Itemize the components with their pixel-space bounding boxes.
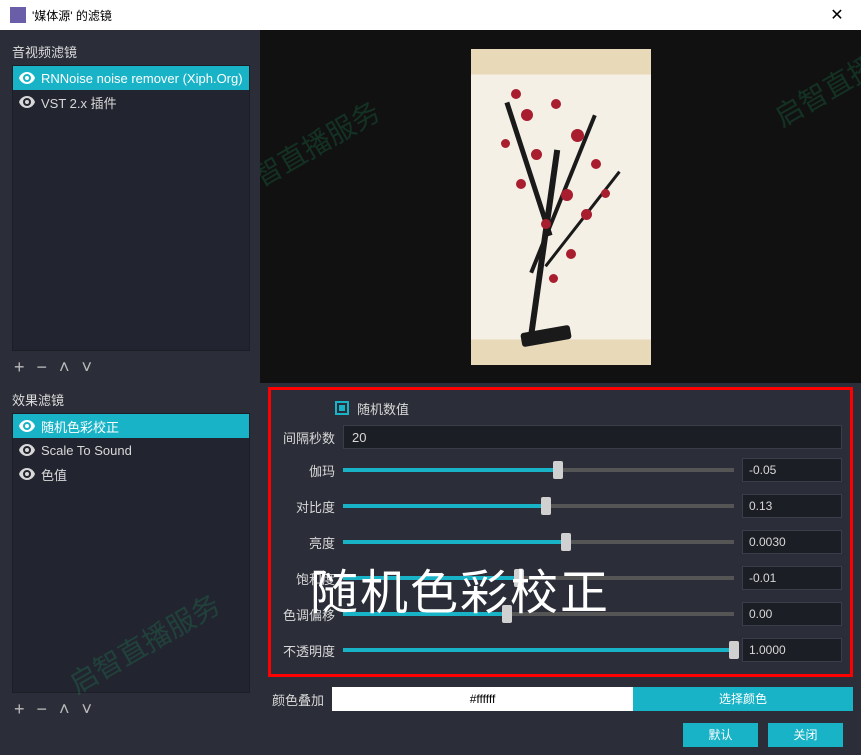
move-up-button[interactable]: ˄ bbox=[59, 699, 70, 720]
slider-value-input[interactable]: -0.05 bbox=[742, 458, 842, 482]
random-checkbox[interactable] bbox=[335, 401, 349, 415]
watermark: 启智直播 bbox=[766, 45, 861, 136]
slider-row: 色调偏移 0.00 bbox=[279, 596, 842, 632]
filter-item-label: VST 2.x 插件 bbox=[41, 93, 117, 112]
slider[interactable] bbox=[343, 604, 734, 624]
move-down-button[interactable]: ˅ bbox=[82, 699, 93, 720]
slider-value-input[interactable]: 0.0030 bbox=[742, 530, 842, 554]
slider[interactable] bbox=[343, 640, 734, 660]
move-up-button[interactable]: ˄ bbox=[59, 357, 70, 378]
titlebar: '媒体源' 的滤镜 ✕ bbox=[0, 0, 861, 30]
slider-value-input[interactable]: 0.00 bbox=[742, 602, 842, 626]
slider[interactable] bbox=[343, 568, 734, 588]
slider-value-input[interactable]: 1.0000 bbox=[742, 638, 842, 662]
watermark: 启智直播服务 bbox=[260, 91, 387, 210]
app-icon bbox=[10, 7, 26, 23]
visibility-icon[interactable] bbox=[19, 72, 35, 84]
av-toolbar: + − ˄ ˅ bbox=[12, 351, 250, 384]
color-swatch[interactable]: #ffffff bbox=[332, 687, 633, 711]
default-button[interactable]: 默认 bbox=[683, 723, 758, 747]
slider-label: 色调偏移 bbox=[279, 605, 335, 624]
close-icon[interactable]: ✕ bbox=[817, 5, 857, 25]
remove-button[interactable]: − bbox=[37, 357, 48, 378]
filter-item-label: RNNoise noise remover (Xiph.Org) bbox=[41, 71, 243, 86]
visibility-icon[interactable] bbox=[19, 468, 35, 480]
preview-image bbox=[471, 49, 651, 365]
slider-label: 对比度 bbox=[279, 497, 335, 516]
fx-toolbar: + − ˄ ˅ bbox=[12, 693, 250, 726]
filter-item[interactable]: VST 2.x 插件 bbox=[13, 90, 249, 114]
filter-item[interactable]: 色值 bbox=[13, 462, 249, 486]
visibility-icon[interactable] bbox=[19, 444, 35, 456]
slider-row: 对比度 0.13 bbox=[279, 488, 842, 524]
random-check-label: 随机数值 bbox=[357, 399, 409, 418]
slider-row: 饱和度 -0.01 bbox=[279, 560, 842, 596]
filter-item-label: Scale To Sound bbox=[41, 443, 132, 458]
slider[interactable] bbox=[343, 532, 734, 552]
sidebar: 音视频滤镜 RNNoise noise remover (Xiph.Org) VS… bbox=[0, 30, 260, 755]
slider-label: 伽玛 bbox=[279, 461, 335, 480]
slider[interactable] bbox=[343, 496, 734, 516]
interval-input[interactable]: 20 bbox=[343, 425, 842, 449]
pick-color-button[interactable]: 选择颜色 bbox=[633, 687, 853, 711]
slider[interactable] bbox=[343, 460, 734, 480]
add-button[interactable]: + bbox=[14, 357, 25, 378]
highlighted-region: 随机数值 间隔秒数 20 伽玛 -0.05 对比度 0.13 亮度 0.0030 饱和度 -0… bbox=[268, 387, 853, 677]
fx-filters-label: 效果滤镜 bbox=[12, 390, 250, 409]
slider-row: 亮度 0.0030 bbox=[279, 524, 842, 560]
color-overlay-label: 颜色叠加 bbox=[268, 690, 332, 709]
filter-item-label: 色值 bbox=[41, 465, 67, 484]
properties-panel: 随机数值 间隔秒数 20 伽玛 -0.05 对比度 0.13 亮度 0.0030 饱和度 -0… bbox=[260, 383, 861, 755]
slider-label: 饱和度 bbox=[279, 569, 335, 588]
filter-item-label: 随机色彩校正 bbox=[41, 417, 119, 436]
add-button[interactable]: + bbox=[14, 699, 25, 720]
av-filters-list[interactable]: RNNoise noise remover (Xiph.Org) VST 2.x … bbox=[12, 65, 250, 351]
fx-filters-list[interactable]: 随机色彩校正 Scale To Sound 色值 bbox=[12, 413, 250, 693]
preview-area: 启智直播服务 启智直播 bbox=[260, 30, 861, 383]
remove-button[interactable]: − bbox=[37, 699, 48, 720]
slider-value-input[interactable]: -0.01 bbox=[742, 566, 842, 590]
slider-row: 伽玛 -0.05 bbox=[279, 452, 842, 488]
av-filters-label: 音视频滤镜 bbox=[12, 42, 250, 61]
interval-label: 间隔秒数 bbox=[279, 428, 335, 447]
visibility-icon[interactable] bbox=[19, 96, 35, 108]
slider-label: 亮度 bbox=[279, 533, 335, 552]
window-title: '媒体源' 的滤镜 bbox=[32, 7, 817, 24]
slider-row: 不透明度 1.0000 bbox=[279, 632, 842, 668]
close-button[interactable]: 关闭 bbox=[768, 723, 843, 747]
visibility-icon[interactable] bbox=[19, 420, 35, 432]
slider-value-input[interactable]: 0.13 bbox=[742, 494, 842, 518]
move-down-button[interactable]: ˅ bbox=[82, 357, 93, 378]
filter-item[interactable]: Scale To Sound bbox=[13, 438, 249, 462]
slider-label: 不透明度 bbox=[279, 641, 335, 660]
filter-item[interactable]: RNNoise noise remover (Xiph.Org) bbox=[13, 66, 249, 90]
filter-item[interactable]: 随机色彩校正 bbox=[13, 414, 249, 438]
